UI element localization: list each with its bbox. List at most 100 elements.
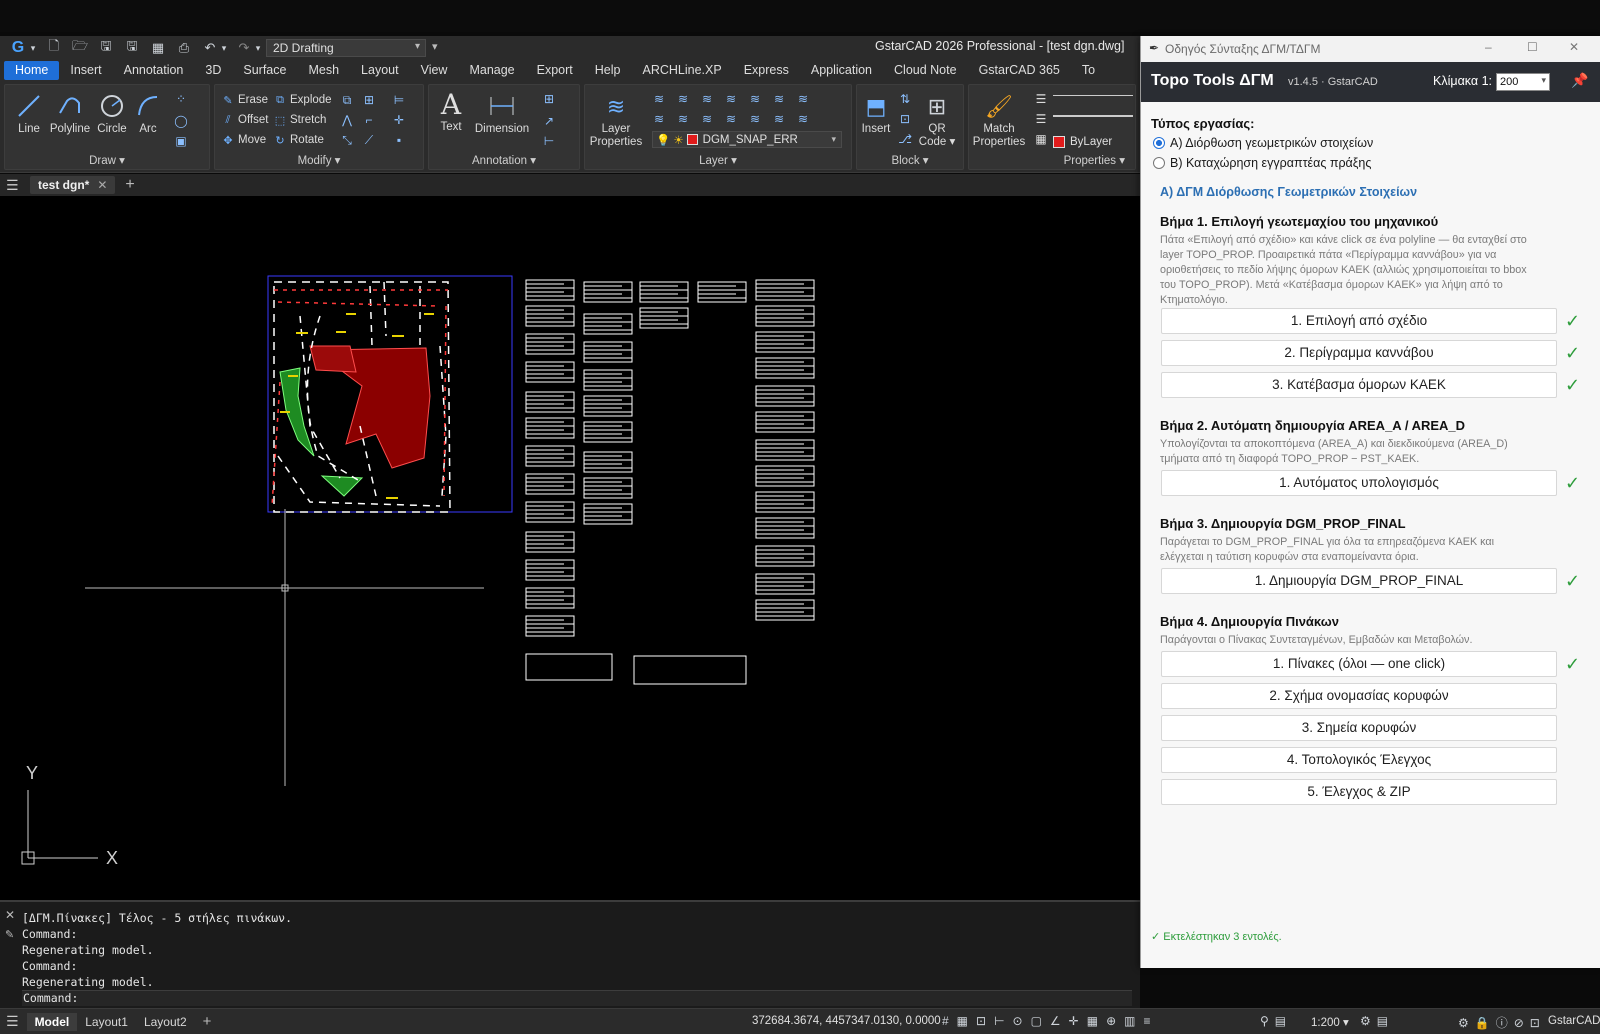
text-button[interactable]: A Text (433, 89, 469, 134)
array-icon[interactable]: ⊞ (361, 92, 377, 108)
list-icon[interactable]: ☰ (1033, 111, 1049, 127)
layer-panel-title[interactable]: Layer ▾ (585, 153, 851, 167)
layer-tool-icon[interactable]: ≋ (675, 91, 691, 107)
ribbon-tab[interactable]: Cloud Note (883, 61, 968, 80)
rotate-button[interactable]: ↻ Rotate (273, 131, 324, 149)
hatch-icon[interactable]: ▣ (173, 133, 189, 149)
leader-icon[interactable]: ↗ (541, 113, 557, 129)
ribbon-tab[interactable]: Annotation (113, 61, 195, 80)
align-icon[interactable]: ⊨ (391, 92, 407, 108)
ribbon-tab[interactable]: Home (4, 61, 60, 80)
redo-icon[interactable]: ↷ (234, 38, 254, 58)
properties-panel-title[interactable]: Properties ▾ (969, 153, 1135, 167)
stretch-button[interactable]: ⬚ Stretch (273, 111, 327, 129)
ribbon-tab[interactable]: ARCHLine.XP (632, 61, 733, 80)
polyline-button[interactable]: Polyline (47, 91, 93, 136)
plus-icon[interactable]: + (203, 1013, 212, 1030)
step2-auto-calc-button[interactable]: 1. Αυτόματος υπολογισμός (1161, 470, 1557, 496)
ribbon-tab[interactable]: Application (800, 61, 883, 80)
ribbon-tab[interactable]: Insert (59, 61, 112, 80)
grid-icon[interactable]: ▦ (1033, 131, 1049, 147)
offset-button[interactable]: ⫽ Offset (221, 111, 269, 129)
radio-selected[interactable] (1153, 137, 1165, 149)
app-menu-chevron-icon[interactable]: ▾ (28, 38, 38, 58)
command-input[interactable]: Command: (22, 990, 1132, 1006)
scale-icon[interactable]: ⤡ (339, 132, 355, 148)
save-icon[interactable]: 🖫 (96, 38, 116, 58)
ribbon-tab[interactable]: View (410, 61, 459, 80)
option-a-radio[interactable]: Α) Διόρθωση γεωμετρικών στοιχείων (1153, 136, 1373, 150)
extend-icon[interactable]: ⟋ (361, 132, 377, 148)
redo-dropdown-icon[interactable]: ▾ (254, 38, 262, 58)
modify-panel-title[interactable]: Modify ▾ (215, 153, 423, 167)
mirror-icon[interactable]: ⋀ (339, 112, 355, 128)
line-button[interactable]: Line (11, 91, 47, 136)
insert-block-button[interactable]: ⬒ Insert (859, 91, 893, 136)
layer-tool-icon[interactable]: ≋ (747, 91, 763, 107)
hamburger-icon[interactable]: ☰ (6, 177, 19, 194)
close-icon[interactable]: ✕ (5, 908, 15, 922)
step4-vertex-points-button[interactable]: 3. Σημεία κορυφών (1161, 715, 1557, 741)
close-icon[interactable]: ✕ (1569, 40, 1579, 54)
copy-icon[interactable]: ⧉ (339, 92, 355, 108)
ribbon-tab[interactable]: Export (526, 61, 584, 80)
layout-tab[interactable]: Layout2 (136, 1013, 195, 1031)
layer-tool-icon[interactable]: ≋ (651, 111, 667, 127)
ribbon-tab[interactable]: GstarCAD 365 (968, 61, 1071, 80)
step4-check-zip-button[interactable]: 5. Έλεγχος & ZIP (1161, 779, 1557, 805)
step1-grid-outline-button[interactable]: 2. Περίγραμμα καννάβου (1161, 340, 1557, 366)
arc-button[interactable]: Arc (133, 91, 163, 136)
block-panel-title[interactable]: Block ▾ (857, 153, 963, 167)
undo-icon[interactable]: ↶ (200, 38, 220, 58)
move-button[interactable]: ✥ Move (221, 131, 266, 149)
ribbon-tab[interactable]: Mesh (297, 61, 350, 80)
linetype-line[interactable] (1053, 115, 1133, 117)
drafting-toggles[interactable]: #▦⊡⊢⊙▢∠✛▦⊕▥≡ (942, 1014, 1158, 1028)
drawing-canvas[interactable]: Y X (0, 196, 1140, 900)
undo-dropdown-icon[interactable]: ▾ (220, 38, 228, 58)
fillet-icon[interactable]: ⌐ (361, 112, 377, 128)
ribbon-tab[interactable]: Manage (458, 61, 525, 80)
pencil-icon[interactable]: ✎ (5, 928, 14, 941)
radio-unselected[interactable] (1153, 157, 1165, 169)
plus-icon[interactable]: + (125, 176, 134, 194)
layer-tool-icon[interactable]: ≋ (747, 111, 763, 127)
pin-icon[interactable]: 📌 (1571, 72, 1588, 89)
draw-panel-title[interactable]: Draw ▾ (5, 153, 209, 167)
status-tools[interactable]: ⚙▤ (1360, 1014, 1394, 1028)
close-icon[interactable]: ✕ (97, 178, 107, 192)
layer-select[interactable]: 💡 ☀ DGM_SNAP_ERR ▾ (652, 131, 842, 148)
lineweight-line[interactable] (1053, 95, 1133, 96)
save-all-icon[interactable]: ▦ (148, 38, 168, 58)
doc-tab[interactable]: test dgn* ✕ (30, 176, 116, 194)
erase-button[interactable]: ✎ Erase (221, 91, 268, 109)
ribbon-tab[interactable]: To (1071, 61, 1106, 80)
step4-topology-check-button[interactable]: 4. Τοπολογικός Έλεγχος (1161, 747, 1557, 773)
layer-properties-button[interactable]: ≋ Layer Properties (587, 91, 645, 149)
layer-tool-icon[interactable]: ≋ (723, 91, 739, 107)
layout-tab[interactable]: Layout1 (77, 1013, 136, 1031)
customize-qat-icon[interactable]: ▾ (432, 40, 438, 53)
ribbon-tab[interactable]: Surface (232, 61, 297, 80)
hamburger-icon[interactable]: ☰ (6, 1013, 19, 1030)
layer-tool-icon[interactable]: ≋ (699, 91, 715, 107)
table-icon[interactable]: ⊞ (541, 91, 557, 107)
dimension-button[interactable]: Dimension (473, 91, 531, 136)
circle-button[interactable]: Circle (93, 91, 131, 136)
layer-tool-icon[interactable]: ≋ (795, 91, 811, 107)
ribbon-tab[interactable]: Help (584, 61, 632, 80)
step4-naming-scheme-button[interactable]: 2. Σχήμα ονομασίας κορυφών (1161, 683, 1557, 709)
status-tools[interactable]: ⚙🔒ⓘ⊘⊡ (1458, 1014, 1546, 1031)
step3-create-final-button[interactable]: 1. Δημιουργία DGM_PROP_FINAL (1161, 568, 1557, 594)
annotation-toggles[interactable]: ⚲▤ (1260, 1014, 1292, 1028)
layer-tool-icon[interactable]: ≋ (771, 111, 787, 127)
step1-download-kaek-button[interactable]: 3. Κατέβασμα όμορων ΚΑΕΚ (1161, 372, 1557, 398)
new-file-icon[interactable]: 🗋 (44, 38, 64, 58)
qr-code-button[interactable]: ⊞ QR Code ▾ (915, 91, 959, 149)
trim-icon[interactable]: ✛ (391, 112, 407, 128)
app-logo-icon[interactable]: G (8, 38, 28, 58)
layout-tab[interactable]: Model (26, 1012, 78, 1031)
match-properties-button[interactable]: 🖌 Match Properties (971, 91, 1027, 149)
annotation-scale[interactable]: 1:200 ▾ (1311, 1015, 1349, 1029)
print-icon[interactable]: ⎙ (174, 38, 194, 58)
